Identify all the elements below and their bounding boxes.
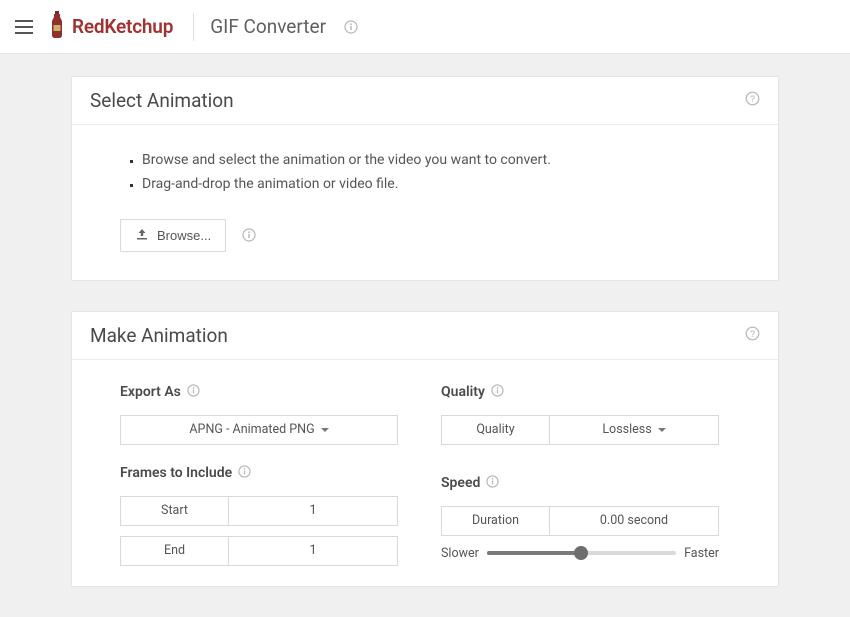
right-column: Quality Quality Lossless Speed [441,384,730,576]
page-title: GIF Converter [210,15,326,38]
panel-title: Select Animation [90,89,234,112]
end-input[interactable]: 1 [229,537,397,565]
quality-label: Quality [441,384,730,401]
left-column: Export As APNG - Animated PNG Frames to … [120,384,409,576]
ketchup-bottle-icon [48,9,66,45]
quality-select[interactable]: Lossless [550,416,718,444]
brand-logo[interactable]: RedKetchup [48,9,173,45]
panel-header: Select Animation ? [72,77,778,125]
frames-start-row: Start 1 [120,496,398,526]
make-animation-panel: Make Animation ? Export As APNG - Animat… [71,311,779,587]
info-icon[interactable] [187,384,200,401]
end-label: End [121,537,229,565]
label-text: Speed [441,475,480,491]
duration-label: Duration [442,507,550,535]
slower-label: Slower [441,546,479,561]
start-label: Start [121,497,229,525]
form-grid: Export As APNG - Animated PNG Frames to … [72,360,778,586]
help-icon[interactable]: ? [745,91,760,110]
select-animation-panel: Select Animation ? Browse and select the… [71,76,779,281]
brand-name: RedKetchup [72,15,173,38]
svg-text:?: ? [750,94,755,104]
duration-input[interactable]: 0.00 second [550,507,718,535]
browse-button-label: Browse... [157,228,211,243]
speed-slider[interactable] [487,546,676,560]
header-divider [193,13,194,41]
slider-track-fill [487,551,582,555]
speed-label: Speed [441,475,730,492]
select-value: APNG - Animated PNG [189,422,314,437]
faster-label: Faster [684,546,719,561]
chevron-down-icon [658,428,666,432]
label-text: Frames to Include [120,465,232,481]
chevron-down-icon [321,428,329,432]
panel-body: Browse and select the animation or the v… [72,125,778,280]
instruction-list: Browse and select the animation or the v… [142,149,730,197]
browse-row: Browse... [120,219,730,252]
panel-header: Make Animation ? [72,312,778,360]
info-icon[interactable] [486,475,499,492]
frames-end-row: End 1 [120,536,398,566]
quality-row: Quality Lossless [441,415,719,445]
hamburger-menu-icon[interactable] [12,15,36,39]
info-icon[interactable] [242,228,256,242]
slider-thumb[interactable] [574,546,588,560]
info-icon[interactable] [491,384,504,401]
browse-button[interactable]: Browse... [120,219,226,252]
duration-row: Duration 0.00 second [441,506,719,536]
frames-label: Frames to Include [120,465,409,482]
svg-text:?: ? [750,329,755,339]
speed-slider-row: Slower Faster [441,546,719,561]
info-icon[interactable] [238,465,251,482]
label-text: Export As [120,384,181,400]
instruction-item: Drag-and-drop the animation or video fil… [142,173,730,197]
upload-icon [135,227,149,244]
export-as-select[interactable]: APNG - Animated PNG [120,415,398,445]
start-input[interactable]: 1 [229,497,397,525]
topbar: RedKetchup GIF Converter [0,0,850,54]
instruction-item: Browse and select the animation or the v… [142,149,730,173]
export-as-label: Export As [120,384,409,401]
quality-value: Lossless [602,422,651,437]
quality-row-label: Quality [442,416,550,444]
help-icon[interactable]: ? [745,326,760,345]
panel-title: Make Animation [90,324,228,347]
page-content: Select Animation ? Browse and select the… [0,54,850,617]
label-text: Quality [441,384,485,400]
info-icon[interactable] [344,20,358,34]
